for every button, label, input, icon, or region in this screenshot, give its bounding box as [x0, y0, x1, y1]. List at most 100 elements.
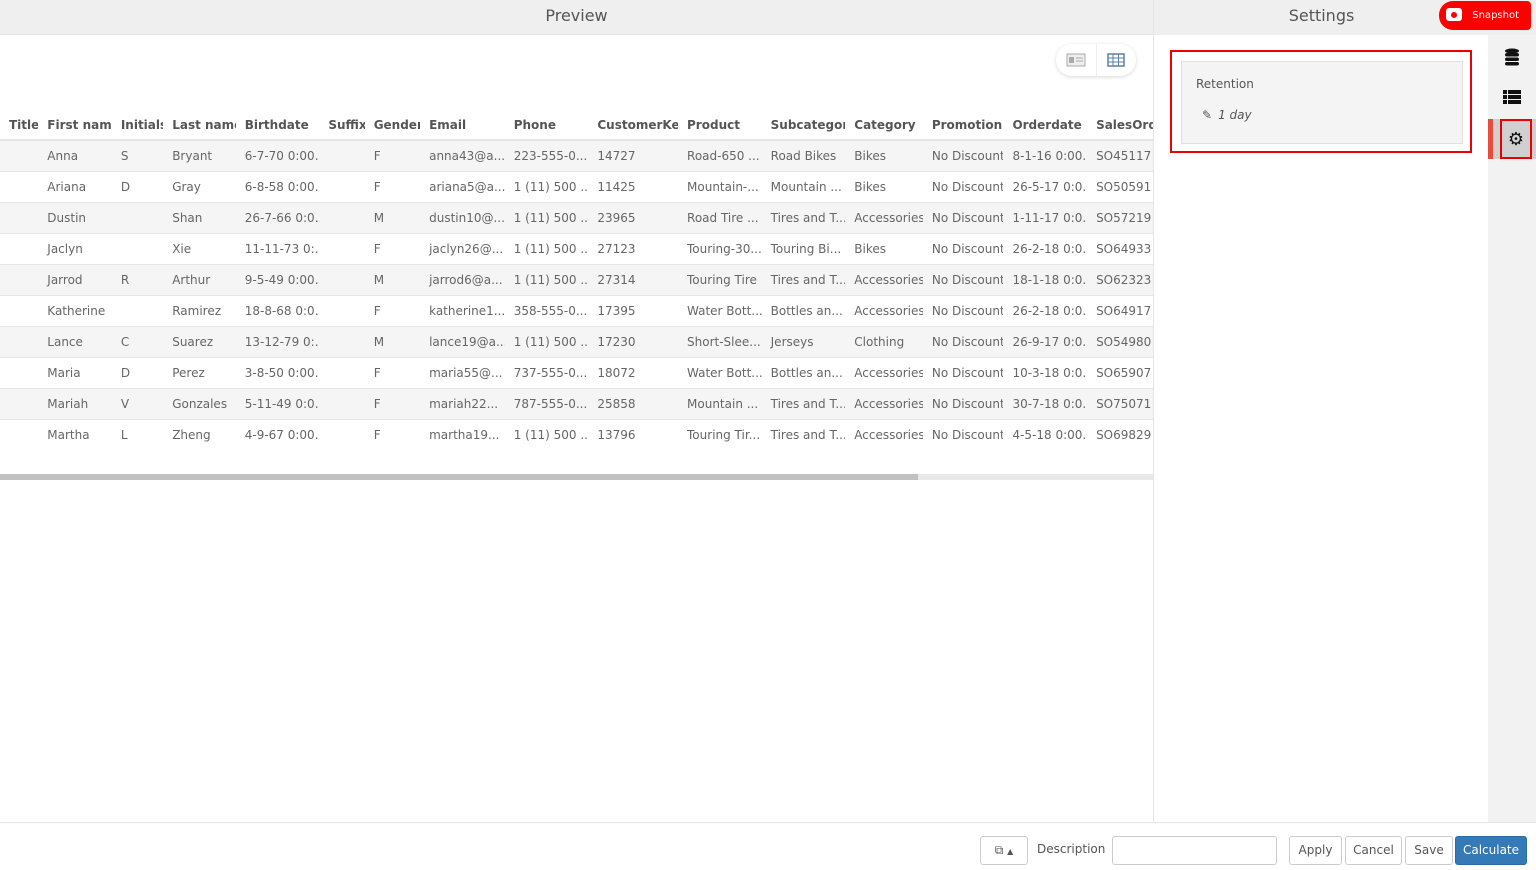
table-cell: Jarrod	[38, 264, 112, 296]
table-cell: No Discount	[922, 202, 1004, 234]
snapshot-button[interactable]: Snapshot	[1439, 1, 1531, 30]
table-cell: Maria	[38, 357, 112, 389]
table-row[interactable]: Mariah V Gonzales 5-11-49 0:0... Fmariah22..…	[0, 388, 1153, 420]
table-cell	[0, 326, 39, 358]
table-cell: 358-555-0...	[504, 295, 589, 327]
table-cell: R	[111, 264, 164, 296]
table-cell: F	[364, 388, 421, 420]
table-cell: Bryant	[163, 140, 236, 172]
table-cell: V	[111, 388, 164, 420]
table-cell: Bikes	[845, 233, 923, 265]
table-cell: 4-9-67 0:00...	[235, 419, 320, 450]
table-cell: 17395	[588, 295, 679, 327]
column-header[interactable]: Email	[420, 110, 505, 141]
apply-button[interactable]: Apply	[1289, 836, 1342, 865]
column-header[interactable]: Promotion	[922, 110, 1004, 141]
table-cell	[319, 233, 365, 265]
table-cell: Accessories	[845, 202, 923, 234]
table-cell: No Discount	[922, 233, 1004, 265]
table-row[interactable]: Jarrod R Arthur 9-5-49 0:00... Mjarrod6@a...…	[0, 264, 1153, 296]
table-row[interactable]: Dustin Shan 26-7-66 0:0... Mdustin10@... 1 (…	[0, 202, 1153, 234]
table-cell: L	[111, 419, 164, 450]
column-header[interactable]: First name	[38, 110, 112, 141]
list-tab[interactable]	[1488, 77, 1536, 117]
table-cell: Lance	[38, 326, 112, 358]
horizontal-scrollbar[interactable]	[0, 474, 1153, 480]
table-cell: SO65907	[1087, 357, 1153, 389]
table-cell: 26-9-17 0:0...	[1003, 326, 1088, 358]
table-cell: Martha	[38, 419, 112, 450]
table-cell: 787-555-0...	[504, 388, 589, 420]
table-cell	[0, 233, 39, 265]
table-cell	[0, 295, 39, 327]
copy-dropdown-button[interactable]: ⧉ ▲	[980, 836, 1028, 865]
column-header[interactable]: Title	[0, 110, 39, 141]
retention-value[interactable]: ✎ 1 day	[1202, 108, 1252, 122]
table-row[interactable]: Martha L Zheng 4-9-67 0:00... Fmartha19... 1 …	[0, 419, 1153, 450]
table-row[interactable]: Katherine Ramirez 18-8-68 0:0... Fkatherine…	[0, 295, 1153, 327]
column-header[interactable]: SalesOrderI	[1087, 110, 1153, 141]
list-icon	[1503, 90, 1521, 104]
table-cell: Accessories	[845, 419, 923, 450]
table-icon	[1107, 53, 1125, 67]
column-header[interactable]: Last name	[163, 110, 236, 141]
table-cell	[319, 326, 365, 358]
table-row[interactable]: Maria D Perez 3-8-50 0:00... Fmaria55@... 737…	[0, 357, 1153, 389]
scrollbar-thumb[interactable]	[0, 474, 918, 480]
table-cell: Suarez	[163, 326, 236, 358]
table-cell: Accessories	[845, 295, 923, 327]
table-row[interactable]: Jaclyn Xie 11-11-73 0:... Fjaclyn26@... 1 (1…	[0, 233, 1153, 265]
table-view-button[interactable]	[1097, 44, 1137, 76]
table-cell: M	[364, 264, 421, 296]
table-cell: Bottles an...	[761, 295, 846, 327]
table-cell	[319, 202, 365, 234]
table-cell: lance19@a...	[420, 326, 505, 358]
column-header[interactable]: CustomerKey	[588, 110, 679, 141]
table-cell	[0, 264, 39, 296]
table-cell: 1 (11) 500 ...	[504, 326, 589, 358]
column-header[interactable]: Suffix	[319, 110, 365, 141]
description-input[interactable]	[1112, 836, 1277, 865]
column-header[interactable]: Orderdate	[1003, 110, 1088, 141]
table-cell: No Discount	[922, 264, 1004, 296]
column-header[interactable]: Gender	[364, 110, 421, 141]
table-cell: Bikes	[845, 140, 923, 172]
table-cell: 18072	[588, 357, 679, 389]
table-cell: SO64917	[1087, 295, 1153, 327]
column-header[interactable]: Product	[678, 110, 762, 141]
table-cell: D	[111, 357, 164, 389]
table-cell: jarrod6@a...	[420, 264, 505, 296]
table-cell: Anna	[38, 140, 112, 172]
column-header[interactable]: Initials	[111, 110, 164, 141]
preview-table: TitleFirst nameInitialsLast nameBirthdat…	[0, 110, 1153, 450]
table-cell: 26-2-18 0:0...	[1003, 233, 1088, 265]
save-button[interactable]: Save	[1405, 836, 1453, 865]
table-row[interactable]: Ariana D Gray 6-8-58 0:00... Fariana5@a... 1 …	[0, 171, 1153, 203]
column-header[interactable]: Phone	[504, 110, 589, 141]
preview-table-container: TitleFirst nameInitialsLast nameBirthdat…	[0, 110, 1153, 450]
table-cell: Road Tire ...	[678, 202, 762, 234]
table-cell: 1-11-17 0:0...	[1003, 202, 1088, 234]
card-view-button[interactable]	[1056, 44, 1097, 76]
database-tab[interactable]	[1488, 37, 1536, 77]
table-cell: No Discount	[922, 357, 1004, 389]
table-cell: Katherine	[38, 295, 112, 327]
table-cell: No Discount	[922, 171, 1004, 203]
column-header[interactable]: Subcategory	[761, 110, 846, 141]
cancel-button[interactable]: Cancel	[1345, 836, 1402, 865]
settings-tab[interactable]: ⚙	[1488, 119, 1536, 159]
table-cell: mariah22...	[420, 388, 505, 420]
table-cell: 13-12-79 0:...	[235, 326, 320, 358]
table-cell: Arthur	[163, 264, 236, 296]
table-cell: 5-11-49 0:0...	[235, 388, 320, 420]
table-cell: 10-3-18 0:0...	[1003, 357, 1088, 389]
column-header[interactable]: Category	[845, 110, 923, 141]
table-cell: Gonzales	[163, 388, 236, 420]
table-cell: 26-2-18 0:0...	[1003, 295, 1088, 327]
table-row[interactable]: Lance C Suarez 13-12-79 0:... Mlance19@a... 1…	[0, 326, 1153, 358]
table-cell: F	[364, 295, 421, 327]
retention-card: Retention ✎ 1 day	[1181, 61, 1463, 144]
column-header[interactable]: Birthdate	[235, 110, 320, 141]
calculate-button[interactable]: Calculate	[1455, 836, 1527, 865]
table-row[interactable]: Anna S Bryant 6-7-70 0:00... Fanna43@a... 223…	[0, 140, 1153, 172]
